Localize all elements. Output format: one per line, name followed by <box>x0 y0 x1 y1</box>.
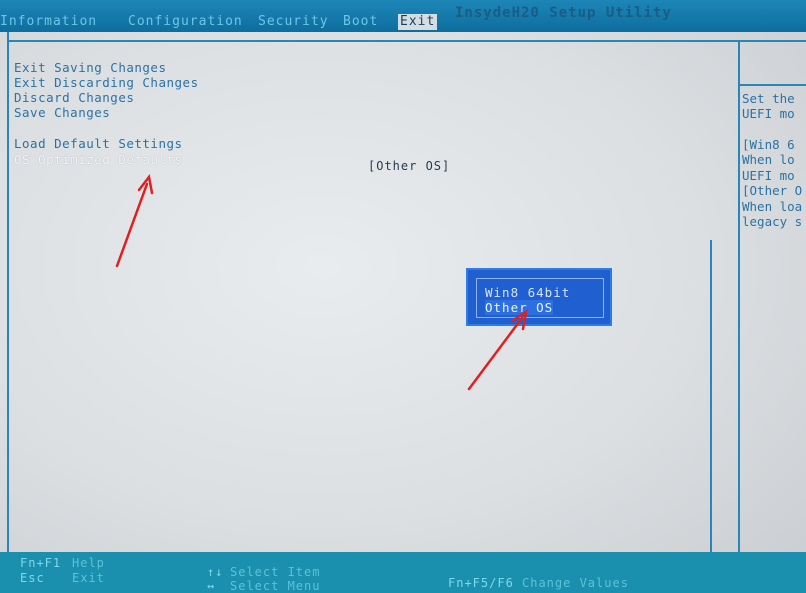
arrow-to-os-defaults <box>115 182 149 268</box>
os-options-list: Win8 64bit Other OS <box>476 278 604 318</box>
tab-information[interactable]: Information <box>0 14 97 30</box>
help-key: Fn+F1 <box>20 556 62 570</box>
tab-security[interactable]: Security <box>258 14 329 30</box>
tab-exit[interactable]: Exit <box>398 14 438 30</box>
help-desc: Help <box>72 556 105 570</box>
bios-screen: Information Configuration Security Boot … <box>0 0 806 593</box>
top-menu-bar: Information Configuration Security Boot … <box>0 0 806 32</box>
help-header-line <box>738 84 806 86</box>
load-default-settings-item[interactable]: Load Default Settings <box>14 136 183 151</box>
discard-changes-item[interactable]: Discard Changes <box>14 90 134 105</box>
select-menu-key: ↔ <box>207 579 216 593</box>
tab-configuration[interactable]: Configuration <box>128 14 243 30</box>
os-optimized-defaults-item[interactable]: OS Optimized Defaults <box>14 152 183 167</box>
option-win8-64bit[interactable]: Win8 64bit <box>485 285 570 300</box>
help-line: Set the <box>742 91 795 106</box>
status-bar: Fn+F1 Help Esc Exit ↑↓ Select Item ↔ Sel… <box>0 552 806 593</box>
select-item-key: ↑↓ <box>207 565 224 579</box>
app-title: InsydeH20 Setup Utility <box>455 5 672 21</box>
exit-key: Esc <box>20 571 45 585</box>
help-line: When loa <box>742 199 803 214</box>
help-line: When lo <box>742 152 795 167</box>
help-line: UEFI mo <box>742 106 795 121</box>
help-line: [Win8 6 <box>742 137 795 152</box>
option-other-os[interactable]: Other OS <box>485 300 554 315</box>
exit-desc: Exit <box>72 571 105 585</box>
help-line: [Other O <box>742 183 803 198</box>
save-changes-item[interactable]: Save Changes <box>14 105 110 120</box>
select-item-desc: Select Item <box>230 565 321 579</box>
help-line: UEFI mo <box>742 168 795 183</box>
change-values-desc: Change Values <box>522 576 629 590</box>
os-optimized-defaults-value: [Other OS] <box>368 159 451 173</box>
os-options-popup: Win8 64bit Other OS <box>466 268 612 326</box>
help-line: legacy s <box>742 214 803 229</box>
inner-frame-line <box>710 240 712 552</box>
exit-saving-changes-item[interactable]: Exit Saving Changes <box>14 60 167 75</box>
help-divider-line <box>738 40 740 552</box>
top-frame-line <box>7 40 806 42</box>
left-frame-line <box>7 32 9 552</box>
tab-boot[interactable]: Boot <box>343 14 378 30</box>
arrow-to-other-os <box>467 316 524 391</box>
change-values-key: Fn+F5/F6 <box>448 576 514 590</box>
arrow-head-icon <box>137 174 154 195</box>
select-menu-desc: Select Menu <box>230 579 321 593</box>
exit-discarding-changes-item[interactable]: Exit Discarding Changes <box>14 75 199 90</box>
